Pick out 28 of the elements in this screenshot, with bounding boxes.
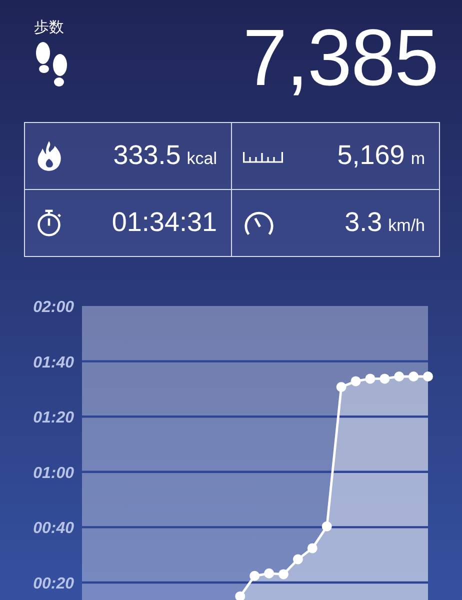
y-tick-label: 00:40: [33, 520, 74, 537]
data-point: [350, 376, 361, 386]
data-point: [365, 373, 376, 384]
y-tick-label: 02:00: [33, 298, 74, 316]
stat-value: 333.5 kcal: [113, 140, 217, 172]
step-count: 7,385: [242, 18, 438, 102]
stopwatch-icon: [35, 208, 63, 238]
y-tick-label: 01:00: [33, 464, 74, 482]
data-point: [423, 371, 433, 382]
data-point: [307, 542, 318, 553]
data-point: [322, 520, 332, 531]
stat-value: 5,169 m: [337, 140, 425, 172]
data-point: [380, 373, 390, 384]
y-tick-label: 01:20: [33, 409, 74, 426]
steps-label: 歩数: [34, 18, 64, 37]
stat-value: 01:34:31: [112, 207, 217, 238]
data-point: [250, 570, 260, 580]
stat-value: 3.3 km/h: [344, 207, 425, 238]
data-point: [264, 568, 274, 578]
data-point: [278, 568, 288, 579]
data-point: [292, 554, 303, 564]
y-tick-label: 00:20: [33, 575, 74, 592]
y-tick-label: 01:40: [33, 354, 74, 371]
data-point: [394, 371, 404, 382]
data-point: [408, 371, 419, 382]
data-point: [235, 590, 246, 600]
flame-icon: [35, 140, 63, 172]
data-point: [336, 382, 346, 392]
